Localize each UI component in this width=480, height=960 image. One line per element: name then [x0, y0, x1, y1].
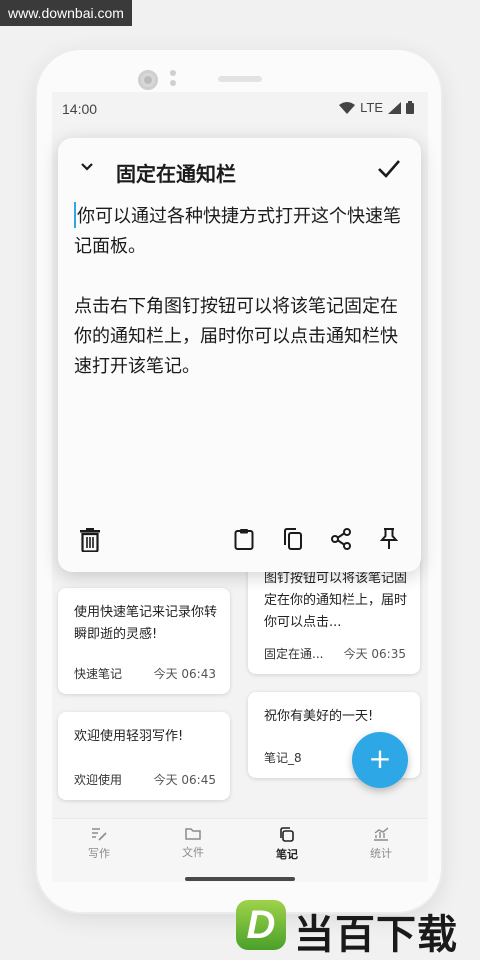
- folder-icon: [185, 828, 201, 840]
- note-preview: 使用快速笔记来记录你转瞬即逝的灵感!: [74, 605, 218, 642]
- nav-item-write[interactable]: 写作: [52, 819, 146, 882]
- text-cursor: [74, 202, 76, 228]
- battery-icon: [406, 101, 414, 114]
- nav-item-stats[interactable]: 统计: [334, 819, 428, 882]
- check-icon[interactable]: [377, 158, 401, 180]
- front-camera: [138, 70, 158, 90]
- brand-text: 当百下载: [294, 912, 458, 958]
- note-editor[interactable]: 你可以通过各种快捷方式打开这个快速笔记面板。 点击右下角图钉按钮可以将该笔记固定…: [74, 202, 401, 412]
- note-title: 固定在通...: [264, 647, 324, 661]
- brand-watermark: D 当百下载: [232, 888, 480, 960]
- note-time: 今天 06:43: [153, 667, 216, 681]
- trash-icon[interactable]: [80, 528, 100, 552]
- nav-item-notes[interactable]: 笔记: [240, 819, 334, 882]
- status-bar: 14:00 LTE: [52, 92, 428, 126]
- plus-icon: +: [368, 742, 392, 775]
- copy-icon[interactable]: [283, 528, 303, 550]
- notes-icon: [280, 827, 294, 842]
- panel-toolbar: [58, 508, 421, 572]
- nav-item-files[interactable]: 文件: [146, 819, 240, 882]
- panel-header: 固定在通知栏: [58, 138, 421, 202]
- note-preview: 图钉按钮可以将该笔记固定在你的通知栏上，届时你可以点击...: [264, 571, 408, 630]
- clipboard-icon[interactable]: [234, 528, 254, 550]
- network-type: LTE: [360, 100, 383, 115]
- sensor-dot: [170, 70, 176, 76]
- note-paragraph: 点击右下角图钉按钮可以将该笔记固定在你的通知栏上，届时你可以点击通知栏快速打开该…: [74, 296, 398, 377]
- chart-icon: [374, 827, 389, 841]
- note-title: 笔记_8: [264, 751, 302, 765]
- nav-label: 写作: [88, 847, 110, 860]
- home-indicator[interactable]: [185, 877, 295, 881]
- status-time: 14:00: [62, 101, 98, 117]
- sensor-dot: [170, 80, 176, 86]
- nav-label: 文件: [182, 846, 204, 859]
- note-footer: 快速笔记 今天 06:43: [74, 665, 216, 682]
- nav-label: 统计: [370, 847, 392, 860]
- note-card[interactable]: 欢迎使用轻羽写作! 欢迎使用 今天 06:45: [58, 712, 230, 800]
- note-title: 快速笔记: [74, 667, 123, 681]
- share-icon[interactable]: [330, 528, 352, 550]
- chevron-down-icon[interactable]: [80, 162, 94, 172]
- note-preview: 欢迎使用轻羽写作!: [74, 729, 184, 744]
- status-icons: LTE: [339, 100, 414, 115]
- brand-logo: D: [236, 900, 286, 950]
- wifi-icon: [339, 101, 356, 114]
- note-time: 今天 06:35: [343, 647, 406, 661]
- add-note-button[interactable]: +: [352, 732, 408, 788]
- note-paragraph: 你可以通过各种快捷方式打开这个快速笔记面板。: [74, 202, 401, 262]
- panel-title[interactable]: 固定在通知栏: [116, 158, 236, 187]
- note-title: 欢迎使用: [74, 773, 123, 787]
- note-time: 今天 06:45: [153, 773, 216, 787]
- earpiece-speaker: [218, 76, 262, 82]
- nav-label: 笔记: [276, 848, 298, 861]
- pin-icon[interactable]: [380, 528, 398, 550]
- note-footer: 欢迎使用 今天 06:45: [74, 771, 216, 788]
- watermark: www.downbai.com: [0, 0, 132, 26]
- pen-icon: [92, 828, 107, 841]
- note-footer: 固定在通... 今天 06:35: [264, 645, 406, 662]
- note-card[interactable]: 使用快速笔记来记录你转瞬即逝的灵感! 快速笔记 今天 06:43: [58, 588, 230, 694]
- paragraph-text: 你可以通过各种快捷方式打开这个快速笔记面板。: [74, 206, 401, 257]
- quick-note-panel: 固定在通知栏 你可以通过各种快捷方式打开这个快速笔记面板。 点击右下角图钉按钮可…: [58, 138, 421, 572]
- signal-icon: [388, 101, 401, 114]
- bottom-navigation: 写作 文件 笔记 统计: [52, 818, 428, 882]
- note-preview: 祝你有美好的一天!: [264, 709, 374, 724]
